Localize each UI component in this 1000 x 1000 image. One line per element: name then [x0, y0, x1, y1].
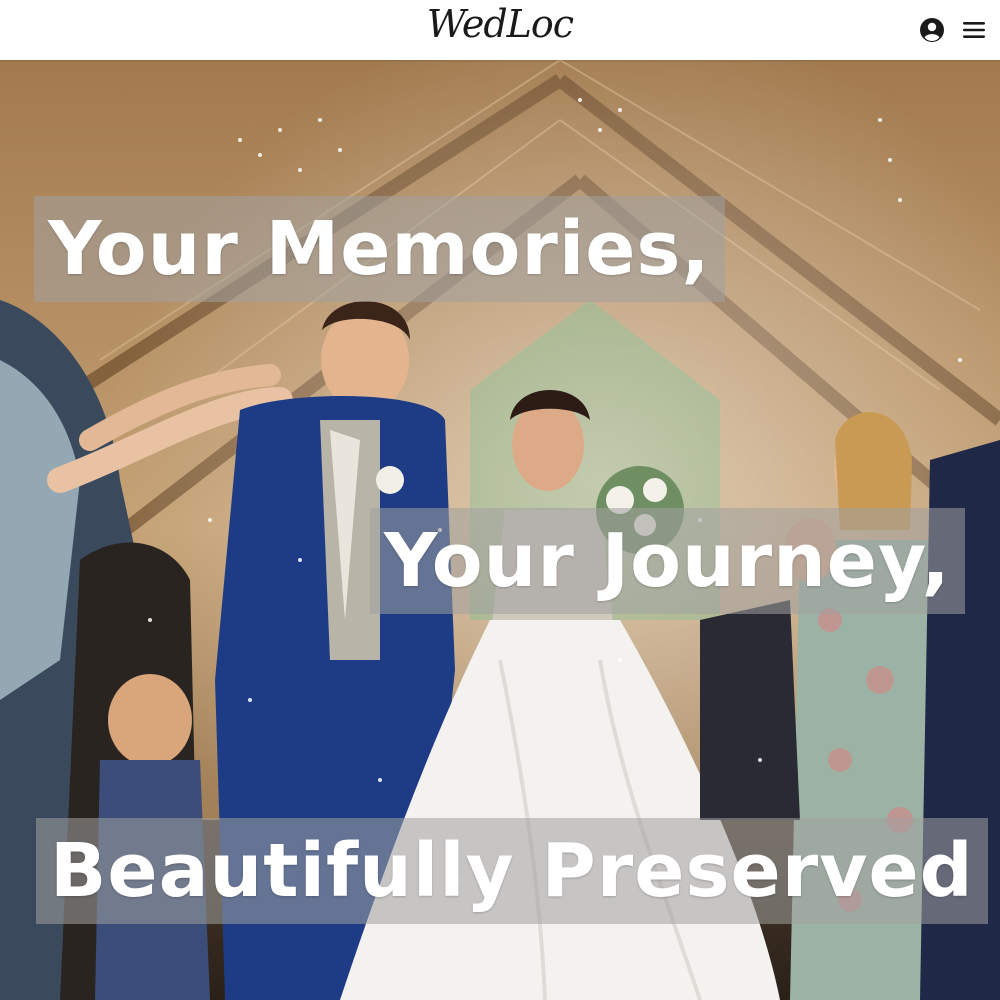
hamburger-menu-icon — [963, 22, 985, 38]
site-header: WedLoc — [0, 0, 1000, 60]
hero-section: Your Memories, Your Journey, Beautifully… — [0, 60, 1000, 1000]
hero-headline-line1: Your Memories, — [34, 196, 725, 302]
menu-button[interactable] — [960, 16, 988, 44]
account-circle-icon — [920, 18, 944, 42]
hero-headline-line2: Your Journey, — [370, 508, 965, 614]
hero-headline-line3: Beautifully Preserved — [36, 818, 988, 924]
site-logo[interactable]: WedLoc — [0, 2, 1000, 46]
account-button[interactable] — [918, 16, 946, 44]
